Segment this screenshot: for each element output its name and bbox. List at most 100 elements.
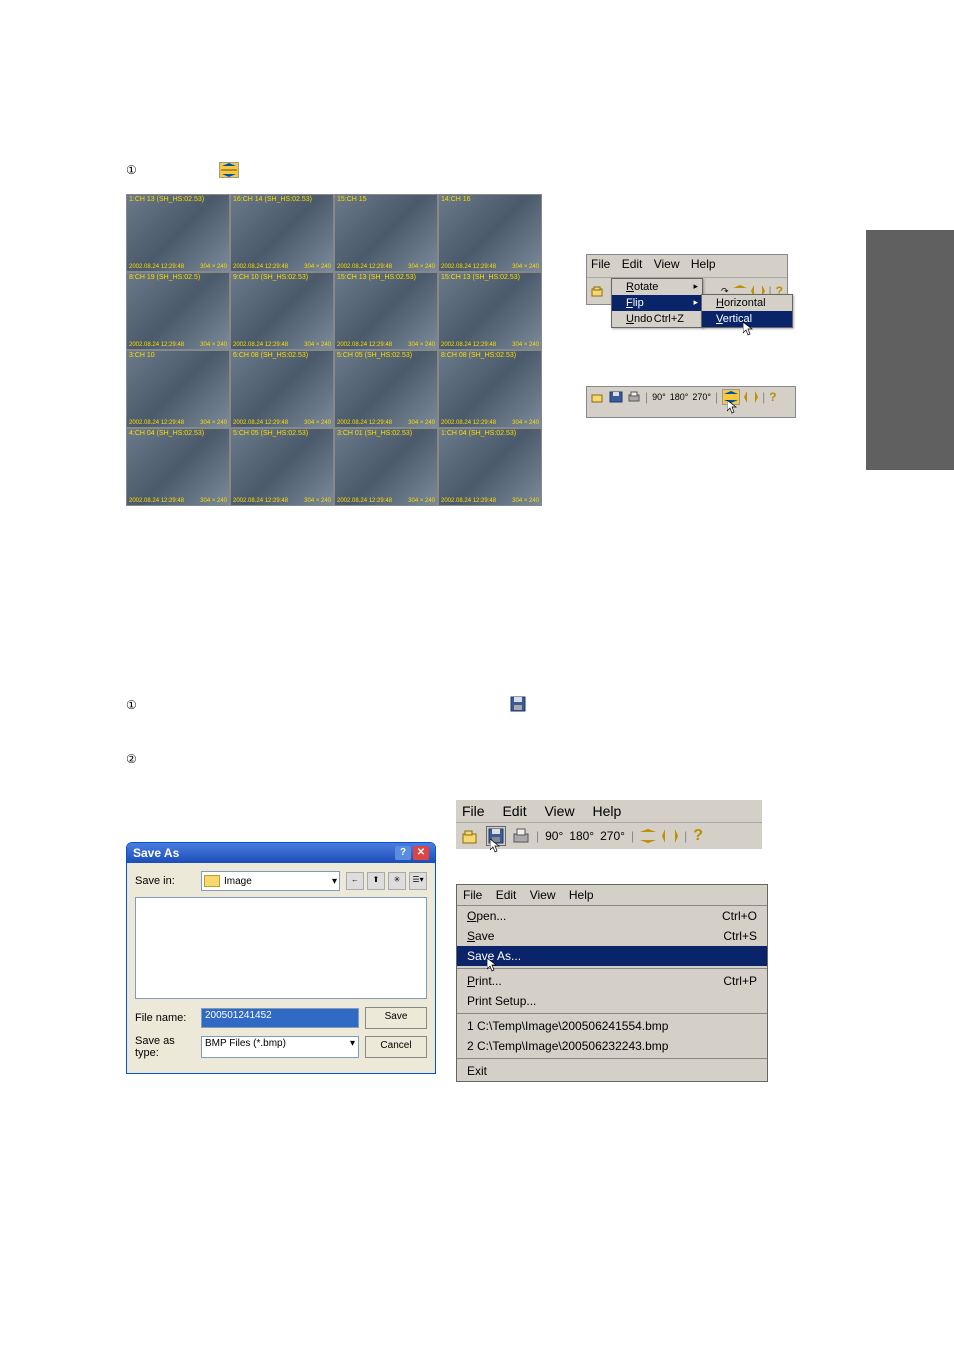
menu-recent-1[interactable]: 1 C:\Temp\Image\200506241554.bmp	[457, 1016, 767, 1036]
help-button[interactable]: ?	[395, 846, 411, 860]
cursor-icon	[487, 958, 499, 974]
camera-cell: 3:CH 01 (SH_HS:02.53)2002.08.24 12:29:48…	[334, 428, 438, 506]
dialog-titlebar: Save As ? ✕	[127, 843, 435, 863]
camera-cell: 8:CH 08 (SH_HS:02.53)2002.08.24 12:29:48…	[438, 350, 542, 428]
file-dropdown: Open... Ctrl+O Save Ctrl+S Save As... Pr…	[457, 905, 767, 1081]
menu-help[interactable]: Help	[592, 803, 621, 819]
rotate-270-button[interactable]: 270°	[692, 392, 711, 402]
up-folder-icon[interactable]: ⬆	[367, 872, 385, 890]
camera-grid: 1:CH 13 (SH_HS:02.53)2002.08.24 12:29:48…	[126, 194, 542, 506]
submenu-horizontal[interactable]: Horizontal	[702, 295, 792, 311]
folder-icon	[204, 875, 220, 887]
menu-flip-block: File Edit View Help Rotate Flip Undo Ctr…	[586, 254, 788, 305]
file-list[interactable]	[135, 897, 427, 999]
rotate-180-button[interactable]: 180°	[670, 392, 689, 402]
menu-file[interactable]: File	[462, 803, 485, 819]
flip-vertical-icon[interactable]	[640, 829, 656, 843]
cursor-icon	[490, 839, 502, 855]
menu-print[interactable]: Print... Ctrl+P	[457, 971, 767, 991]
menu-help[interactable]: Help	[569, 888, 594, 902]
camera-cell: 3:CH 102002.08.24 12:29:48304 × 240	[126, 350, 230, 428]
open-icon[interactable]	[591, 284, 607, 298]
rotate-90-button[interactable]: 90°	[545, 829, 563, 843]
camera-cell: 8:CH 19 (SH_HS:02.5)2002.08.24 12:29:483…	[126, 272, 230, 350]
camera-cell: 1:CH 13 (SH_HS:02.53)2002.08.24 12:29:48…	[126, 194, 230, 272]
flip-horizontal-icon[interactable]	[662, 829, 678, 843]
menu-view[interactable]: View	[530, 888, 556, 902]
menubar: File Edit View Help	[456, 800, 762, 822]
file-name-label: File name:	[135, 1012, 195, 1024]
camera-cell: 5:CH 05 (SH_HS:02.53)2002.08.24 12:29:48…	[334, 350, 438, 428]
save-as-type-select[interactable]: BMP Files (*.bmp) ▾	[201, 1036, 359, 1058]
camera-cell: 16:CH 14 (SH_HS:02.53)2002.08.24 12:29:4…	[230, 194, 334, 272]
camera-cell: 1:CH 04 (SH_HS:02.53)2002.08.24 12:29:48…	[438, 428, 542, 506]
menu-undo[interactable]: Undo Ctrl+Z	[612, 311, 702, 327]
camera-cell: 4:CH 04 (SH_HS:02.53)2002.08.24 12:29:48…	[126, 428, 230, 506]
flip-vertical-icon[interactable]	[722, 389, 740, 405]
edit-dropdown: Rotate Flip Undo Ctrl+Z	[611, 278, 703, 328]
step-1-mid: ①	[126, 698, 137, 712]
circled-one: ①	[126, 698, 137, 712]
rotate-180-button[interactable]: 180°	[569, 829, 594, 843]
file-menu-block: File Edit View Help Open... Ctrl+O Save …	[456, 884, 768, 1082]
save-icon[interactable]	[609, 391, 623, 403]
large-toolbar: File Edit View Help | 90° 180° 270° | | …	[456, 800, 762, 849]
print-icon[interactable]	[627, 391, 641, 403]
menu-save[interactable]: Save Ctrl+S	[457, 926, 767, 946]
cursor-icon	[727, 400, 739, 416]
dialog-title: Save As	[133, 846, 179, 860]
step-2-mid: ②	[126, 752, 137, 766]
view-menu-icon[interactable]: ☰▾	[409, 872, 427, 890]
back-icon[interactable]: ←	[346, 872, 364, 890]
menu-open[interactable]: Open... Ctrl+O	[457, 906, 767, 926]
save-button[interactable]: Save	[365, 1007, 427, 1029]
save-as-type-label: Save as type:	[135, 1035, 195, 1059]
camera-cell: 9:CH 10 (SH_HS:02.53)2002.08.24 12:29:48…	[230, 272, 334, 350]
menu-flip[interactable]: Flip	[612, 295, 702, 311]
close-button[interactable]: ✕	[413, 846, 429, 860]
new-folder-icon[interactable]: ✳	[388, 872, 406, 890]
menubar: File Edit View Help	[457, 885, 767, 905]
open-icon[interactable]	[591, 391, 605, 403]
print-icon[interactable]	[512, 828, 530, 844]
save-icon[interactable]	[486, 826, 506, 846]
help-icon[interactable]: ?	[769, 390, 776, 404]
save-as-dialog: Save As ? ✕ Save in: Image ▾ ← ⬆ ✳ ☰▾ Fi…	[126, 842, 436, 1074]
rotate-90-button[interactable]: 90°	[652, 392, 666, 402]
flip-horizontal-icon[interactable]	[744, 391, 758, 403]
menu-file[interactable]: File	[463, 888, 482, 902]
camera-cell: 14:CH 162002.08.24 12:29:48304 × 240	[438, 194, 542, 272]
menu-print-setup[interactable]: Print Setup...	[457, 991, 767, 1011]
save-icon	[510, 696, 526, 712]
open-icon[interactable]	[462, 828, 480, 844]
cancel-button[interactable]: Cancel	[365, 1036, 427, 1058]
menu-view[interactable]: View	[544, 803, 574, 819]
menubar: File Edit View Help	[587, 255, 787, 278]
save-in-select[interactable]: Image ▾	[201, 871, 340, 891]
menu-exit[interactable]: Exit	[457, 1061, 767, 1081]
file-name-input[interactable]: 200501241452	[201, 1008, 359, 1028]
side-tab	[866, 230, 954, 470]
circled-one: ①	[126, 163, 137, 177]
step-1-top: ①	[126, 162, 239, 178]
rotate-270-button[interactable]: 270°	[600, 829, 625, 843]
menu-edit[interactable]: Edit	[622, 257, 643, 271]
toolbar-row: Rotate Flip Undo Ctrl+Z Horizontal Verti…	[587, 278, 787, 304]
camera-cell: 15:CH 13 (SH_HS:02.53)2002.08.24 12:29:4…	[334, 272, 438, 350]
camera-cell: 5:CH 05 (SH_HS:02.53)2002.08.24 12:29:48…	[230, 428, 334, 506]
help-icon[interactable]: ?	[693, 827, 703, 845]
menu-rotate[interactable]: Rotate	[612, 279, 702, 295]
menu-edit[interactable]: Edit	[502, 803, 526, 819]
circled-two: ②	[126, 752, 137, 766]
cursor-icon	[743, 322, 755, 338]
camera-cell: 6:CH 08 (SH_HS:02.53)2002.08.24 12:29:48…	[230, 350, 334, 428]
camera-cell: 15:CH 152002.08.24 12:29:48304 × 240	[334, 194, 438, 272]
menu-edit[interactable]: Edit	[496, 888, 517, 902]
save-in-label: Save in:	[135, 875, 195, 887]
camera-cell: 15:CH 13 (SH_HS:02.53)2002.08.24 12:29:4…	[438, 272, 542, 350]
menu-view[interactable]: View	[654, 257, 680, 271]
menu-help[interactable]: Help	[691, 257, 716, 271]
menu-file[interactable]: File	[591, 257, 610, 271]
menu-save-as[interactable]: Save As...	[457, 946, 767, 966]
menu-recent-2[interactable]: 2 C:\Temp\Image\200506232243.bmp	[457, 1036, 767, 1056]
